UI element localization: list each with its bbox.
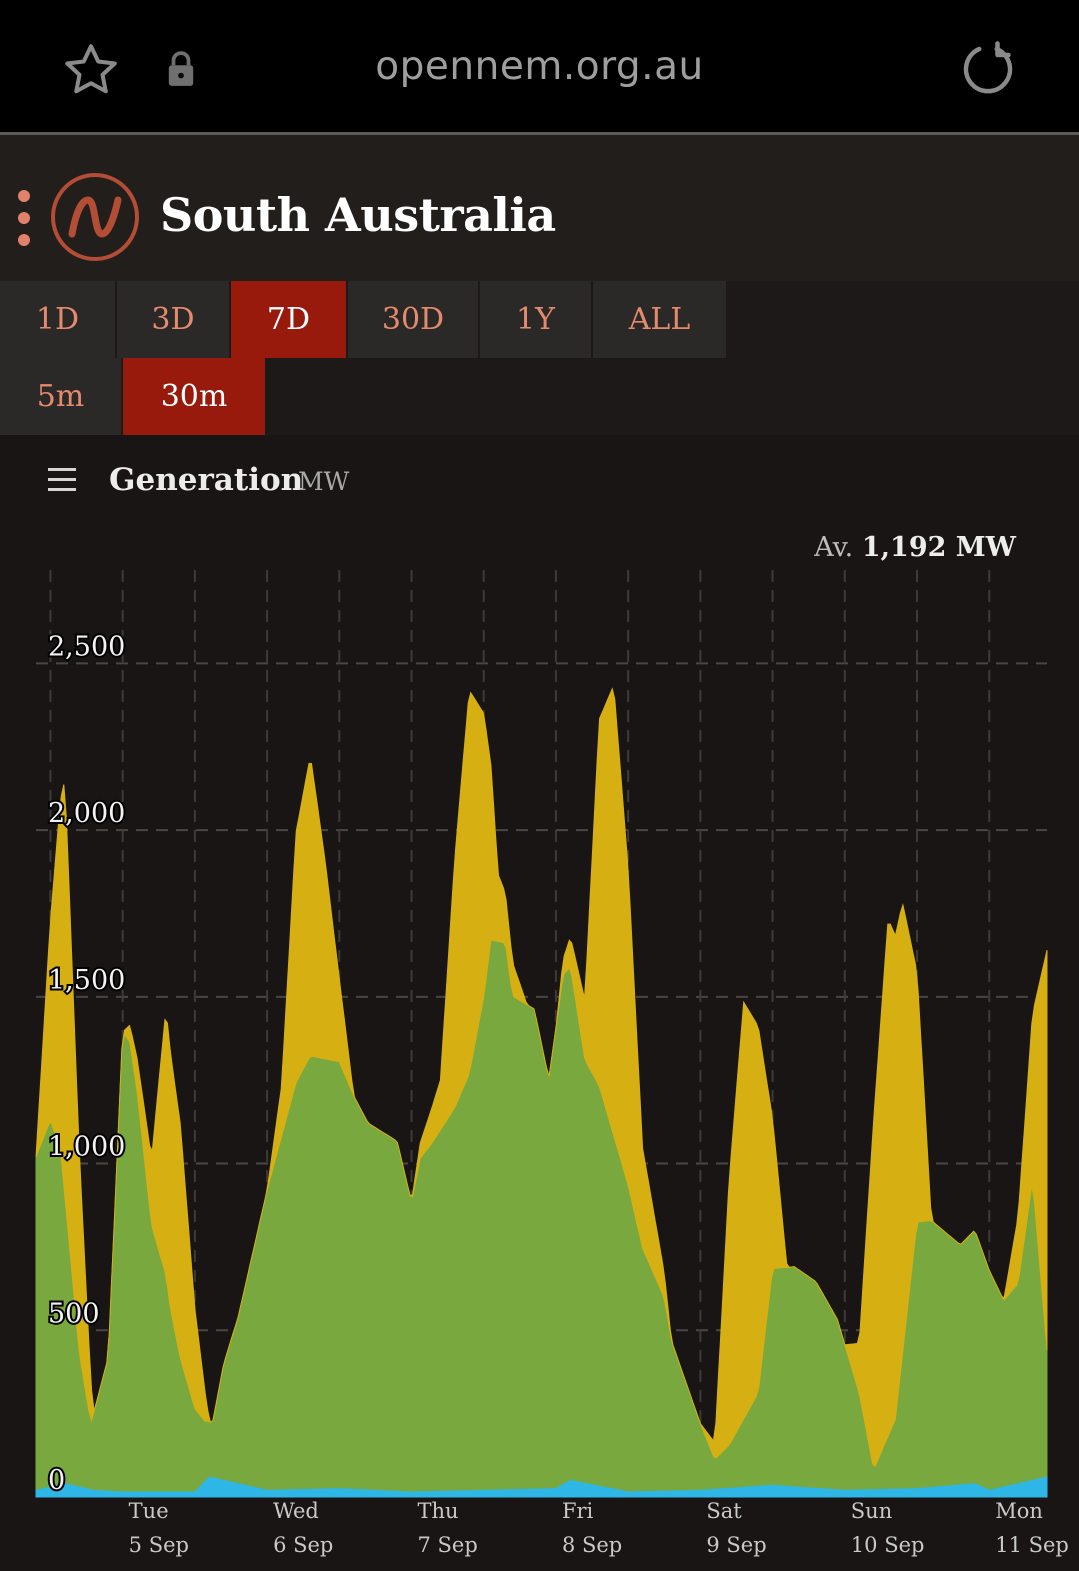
- y-tick-label: 500: [48, 1298, 100, 1329]
- browser-url-bar: opennem.org.au: [0, 0, 1079, 135]
- x-tick-day: Sat: [706, 1499, 742, 1523]
- x-tick-day: Tue: [129, 1499, 169, 1523]
- hamburger-menu-icon[interactable]: [48, 468, 76, 498]
- tab-1d[interactable]: 1D: [0, 281, 117, 358]
- reload-icon[interactable]: [958, 40, 1018, 100]
- x-tick-day: Mon: [995, 1499, 1043, 1523]
- tab-all[interactable]: ALL: [593, 281, 726, 358]
- x-tick-date: 8 Sep: [562, 1533, 622, 1557]
- x-tick-date: 10 Sep: [851, 1533, 925, 1557]
- range-tabs: 1D 3D 7D 30D 1Y ALL: [0, 281, 1079, 358]
- x-tick: Tue 5 Sep: [129, 1499, 189, 1557]
- x-tick: Fri 8 Sep: [562, 1499, 622, 1557]
- average-label: Av.: [814, 532, 854, 563]
- x-tick: Wed 6 Sep: [273, 1499, 333, 1557]
- url-text[interactable]: opennem.org.au: [0, 44, 1079, 89]
- x-tick-day: Sun: [851, 1499, 892, 1523]
- x-tick-date: 7 Sep: [418, 1533, 478, 1557]
- x-tick: Sun 10 Sep: [851, 1499, 925, 1557]
- x-tick-day: Thu: [418, 1499, 459, 1523]
- y-tick-label: 0: [48, 1465, 65, 1496]
- tab-1y[interactable]: 1Y: [480, 281, 593, 358]
- generation-chart[interactable]: 0 500 1,000 1,500 2,000 2,500 Tue 5 Sep Wed 6 Se…: [0, 560, 1079, 1571]
- region-title: South Australia: [160, 188, 556, 242]
- opennem-logo-icon[interactable]: [50, 172, 140, 262]
- x-tick-date: 6 Sep: [273, 1533, 333, 1557]
- y-tick-label: 2,500: [48, 631, 125, 662]
- tab-5m[interactable]: 5m: [0, 358, 123, 435]
- x-tick-date: 11 Sep: [995, 1533, 1069, 1557]
- x-tick: Mon 11 Sep: [995, 1499, 1069, 1557]
- x-tick-date: 5 Sep: [129, 1533, 189, 1557]
- x-axis: Tue 5 Sep Wed 6 Sep Thu 7 Sep Fri 8 Sep Sat 9 Sep…: [129, 1499, 1069, 1557]
- y-tick-label: 2,000: [48, 798, 125, 829]
- tab-7d[interactable]: 7D: [231, 281, 348, 358]
- interval-tabs: 5m 30m: [0, 358, 1079, 435]
- x-tick-day: Wed: [273, 1499, 319, 1523]
- average-value: 1,192 MW: [861, 532, 1016, 563]
- tab-30d[interactable]: 30D: [348, 281, 480, 358]
- x-tick: Thu 7 Sep: [418, 1499, 478, 1557]
- section-title: Generation: [109, 462, 304, 498]
- tab-30m[interactable]: 30m: [123, 358, 265, 435]
- kebab-menu-icon[interactable]: [18, 190, 32, 246]
- chart-areas: [35, 687, 1048, 1498]
- average-readout: Av. 1,192 MW: [814, 532, 1016, 563]
- x-tick-date: 9 Sep: [706, 1533, 766, 1557]
- x-tick: Sat 9 Sep: [706, 1499, 766, 1557]
- y-tick-label: 1,000: [48, 1132, 125, 1163]
- y-tick-label: 1,500: [48, 965, 125, 996]
- tab-3d[interactable]: 3D: [117, 281, 231, 358]
- section-unit: MW: [298, 467, 350, 496]
- x-tick-day: Fri: [562, 1499, 594, 1523]
